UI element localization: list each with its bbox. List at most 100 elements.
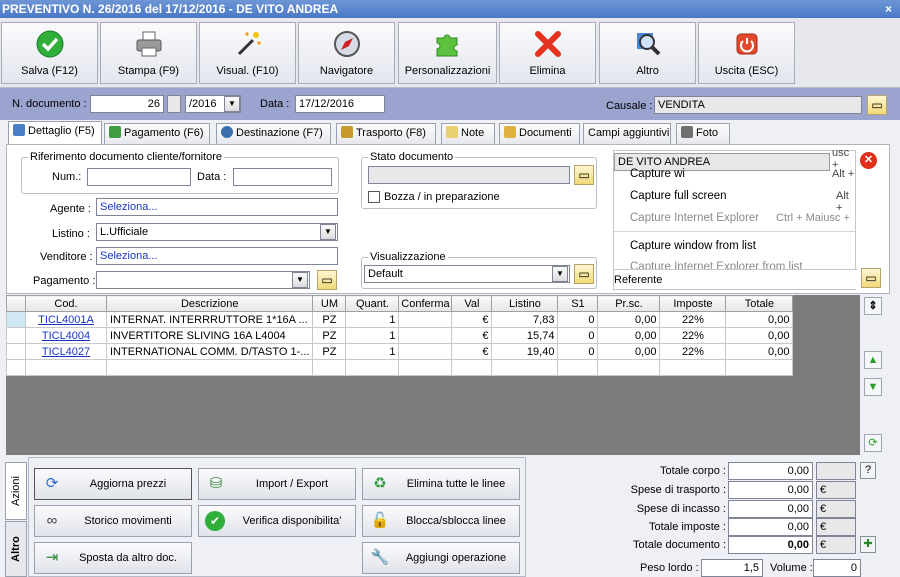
venditore-input[interactable]: Seleziona... [96, 247, 338, 265]
chevron-down-icon[interactable]: ▼ [224, 96, 240, 112]
listino-select[interactable]: L.Ufficiale [96, 223, 338, 241]
ref-date-input[interactable] [233, 168, 332, 186]
row-selector[interactable] [6, 359, 26, 376]
refresh-icon[interactable]: ⟳ [864, 434, 882, 452]
discount-cell[interactable]: 0 [557, 343, 599, 360]
more-button[interactable]: Altro [599, 22, 696, 84]
quantity-cell[interactable]: 1 [345, 311, 400, 328]
discount-cell[interactable]: 0 [557, 311, 599, 328]
menu-item-capture-full-screen[interactable]: Capture full screen [630, 190, 727, 202]
agente-input[interactable]: Seleziona... [96, 198, 338, 216]
item-code-cell[interactable] [25, 359, 107, 376]
column-header[interactable]: Quant. [345, 295, 400, 312]
column-header[interactable]: Listino [491, 295, 559, 312]
doc-suffix-input[interactable] [167, 95, 181, 113]
spese-trasporto-value[interactable]: 0,00 [728, 481, 813, 499]
column-header[interactable]: Cod. [25, 295, 107, 312]
quantity-cell[interactable] [345, 359, 400, 376]
doc-number-input[interactable]: 26 [90, 95, 164, 113]
chevron-down-icon[interactable]: ▼ [320, 224, 336, 240]
chevron-down-icon[interactable]: ▼ [552, 266, 568, 282]
price-cell[interactable]: 7,83 [491, 311, 559, 328]
peso-lordo-value[interactable]: 1,5 [701, 559, 763, 577]
menu-item-capture-window-list[interactable]: Capture window from list [630, 240, 756, 252]
calculator-icon[interactable]: ✚ [860, 536, 876, 553]
column-header[interactable]: Totale [725, 295, 794, 312]
navigator-button[interactable]: Navigatore [298, 22, 395, 84]
column-header[interactable]: S1 [557, 295, 599, 312]
customize-button[interactable]: Personalizzazioni [398, 22, 497, 84]
discount-cell[interactable] [557, 359, 599, 376]
table-row[interactable] [6, 359, 794, 376]
pagamento-select[interactable] [96, 271, 310, 289]
move-from-doc-button[interactable]: ⇥ Sposta da altro doc. [34, 542, 192, 574]
tax-cell[interactable]: 22% [659, 343, 727, 360]
total-cell[interactable]: 0,00 [725, 343, 794, 360]
description-cell[interactable]: INTERNATIONAL COMM. D/TASTO 1-... [105, 343, 314, 360]
discount-cell[interactable]: 0 [557, 327, 599, 344]
discounted-price-cell[interactable] [597, 359, 661, 376]
side-tab-altro[interactable]: Altro [5, 521, 27, 577]
spese-incasso-value[interactable]: 0,00 [728, 500, 813, 518]
draft-checkbox[interactable] [368, 191, 380, 203]
column-header[interactable]: Pr.sc. [597, 295, 661, 312]
status-input[interactable] [368, 166, 570, 184]
folder-icon[interactable]: ▭ [861, 268, 881, 288]
check-availability-button[interactable]: ✔ Verifica disponibilita' [198, 505, 356, 537]
price-cell[interactable] [491, 359, 559, 376]
column-header[interactable] [6, 295, 26, 312]
tab-dettaglio[interactable]: Dettaglio (F5) [8, 121, 102, 144]
confirm-cell[interactable] [398, 327, 453, 344]
total-cell[interactable]: 0,00 [725, 327, 794, 344]
doc-date-input[interactable]: 17/12/2016 [295, 95, 385, 113]
ref-num-input[interactable] [87, 168, 191, 186]
column-header[interactable]: Imposte [659, 295, 727, 312]
folder-icon[interactable]: ▭ [317, 270, 337, 290]
tab-documenti[interactable]: Documenti [499, 123, 580, 144]
chevron-down-icon[interactable]: ▼ [292, 272, 308, 288]
um-cell[interactable]: PZ [312, 327, 347, 344]
currency-cell[interactable]: € [451, 311, 493, 328]
move-down-icon[interactable]: ▼ [864, 378, 882, 396]
discounted-price-cell[interactable]: 0,00 [597, 343, 661, 360]
item-code-link[interactable]: TICL4001A [25, 311, 107, 328]
row-selector[interactable] [6, 343, 26, 360]
save-button[interactable]: Salva (F12) [1, 22, 98, 84]
tab-campi-aggiuntivi[interactable]: Campi aggiuntivi [583, 123, 671, 144]
tax-cell[interactable]: 22% [659, 327, 727, 344]
tab-trasporto[interactable]: Trasporto (F8) [336, 123, 436, 144]
delete-button[interactable]: Elimina [499, 22, 596, 84]
item-code-link[interactable]: TICL4027 [25, 343, 107, 360]
row-selector[interactable] [6, 327, 26, 344]
remove-customer-icon[interactable]: ✕ [860, 152, 877, 169]
item-code-link[interactable]: TICL4004 [25, 327, 107, 344]
lock-unlock-lines-button[interactable]: 🔓 Blocca/sblocca linee [362, 505, 520, 537]
folder-icon[interactable]: ▭ [574, 264, 594, 284]
column-header[interactable]: Conferma [398, 295, 453, 312]
total-cell[interactable] [725, 359, 794, 376]
um-cell[interactable]: PZ [312, 343, 347, 360]
discounted-price-cell[interactable]: 0,00 [597, 327, 661, 344]
tax-cell[interactable]: 22% [659, 311, 727, 328]
currency-cell[interactable]: € [451, 327, 493, 344]
tax-cell[interactable] [659, 359, 727, 376]
confirm-cell[interactable] [398, 359, 453, 376]
quantity-cell[interactable]: 1 [345, 327, 400, 344]
currency-cell[interactable]: € [451, 343, 493, 360]
tab-pagamento[interactable]: Pagamento (F6) [104, 123, 210, 144]
update-prices-button[interactable]: ⟳ Aggiorna prezzi [34, 468, 192, 500]
currency-cell[interactable] [451, 359, 493, 376]
confirm-cell[interactable] [398, 311, 453, 328]
print-button[interactable]: Stampa (F9) [100, 22, 197, 84]
add-operation-button[interactable]: 🔧 Aggiungi operazione [362, 542, 520, 574]
price-cell[interactable]: 15,74 [491, 327, 559, 344]
tab-note[interactable]: Note [441, 123, 495, 144]
um-cell[interactable]: PZ [312, 311, 347, 328]
exit-button[interactable]: Uscita (ESC) [698, 22, 795, 84]
row-selector[interactable] [6, 311, 26, 328]
folder-icon[interactable]: ▭ [867, 95, 887, 115]
view-select[interactable]: Default [364, 265, 570, 283]
movement-history-button[interactable]: ∞ Storico movimenti [34, 505, 192, 537]
table-row[interactable]: TICL4004 INVERTITORE SLIVING 16A L4004 P… [6, 327, 794, 344]
table-row[interactable]: TICL4027 INTERNATIONAL COMM. D/TASTO 1-.… [6, 343, 794, 360]
